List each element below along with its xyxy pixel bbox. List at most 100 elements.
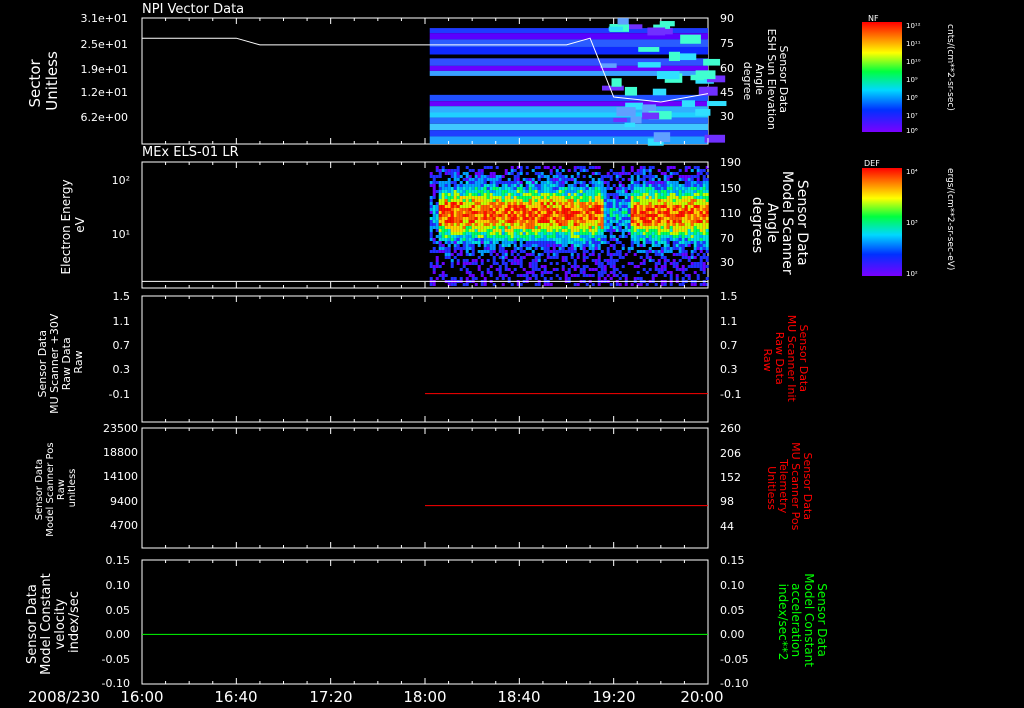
heatmap-cell: [702, 199, 706, 202]
heatmap-cell: [459, 190, 463, 193]
heatmap-cell: [636, 229, 640, 232]
heatmap-cell: [432, 205, 436, 208]
heatmap-cell: [702, 223, 706, 226]
heatmap-cell: [525, 196, 529, 199]
heatmap-cell: [690, 193, 694, 196]
heatmap-cell: [471, 259, 475, 262]
heatmap-cell: [654, 283, 658, 286]
heatmap-cell: [492, 238, 496, 241]
heatmap-cell: [492, 175, 496, 178]
heatmap-cell: [549, 241, 553, 244]
heatmap-cell: [480, 205, 484, 208]
heatmap-cell: [498, 250, 502, 253]
y-tick-label: 190: [720, 156, 741, 169]
heatmap-cell: [603, 214, 607, 217]
heatmap-cell: [432, 226, 436, 229]
heatmap-cell: [627, 184, 631, 187]
heatmap-cell: [438, 184, 442, 187]
heatmap-cell: [555, 238, 559, 241]
heatmap-cell: [663, 268, 667, 271]
heatmap-cell: [519, 196, 523, 199]
heatmap-cell: [696, 208, 700, 211]
heatmap-cell: [672, 244, 676, 247]
heatmap-cell: [600, 232, 604, 235]
heatmap-cell: [672, 166, 676, 169]
heatmap-cell: [510, 184, 514, 187]
heatmap-cell: [555, 274, 559, 277]
heatmap-cell: [441, 196, 445, 199]
heatmap-cell: [462, 202, 466, 205]
heatmap-cell: [483, 184, 487, 187]
heatmap-cell: [678, 187, 682, 190]
heatmap-cell: [543, 232, 547, 235]
heatmap-cell: [645, 232, 649, 235]
heatmap-cell: [675, 247, 679, 250]
heatmap-cell: [441, 193, 445, 196]
heatmap-cell: [684, 238, 688, 241]
heatmap-cell: [558, 232, 562, 235]
heatmap-cell: [582, 211, 586, 214]
heatmap-cell: [471, 238, 475, 241]
heatmap-cell: [573, 169, 577, 172]
heatmap-cell: [441, 208, 445, 211]
heatmap-cell: [450, 187, 454, 190]
heatmap-cell: [651, 244, 655, 247]
heatmap-cell: [435, 262, 439, 265]
heatmap-cell: [534, 172, 538, 175]
heatmap-cell: [546, 226, 550, 229]
heatmap-cell: [447, 190, 451, 193]
heatmap-cell: [540, 202, 544, 205]
heatmap-cell: [564, 196, 568, 199]
heatmap-cell: [561, 214, 565, 217]
heatmap-cell: [672, 202, 676, 205]
heatmap-cell: [699, 181, 703, 184]
heatmap-cell: [468, 253, 472, 256]
heatmap-cell: [537, 259, 541, 262]
heatmap-cell: [567, 277, 571, 280]
heatmap-cell: [432, 175, 436, 178]
heatmap-cell: [486, 244, 490, 247]
heatmap-cell: [696, 187, 700, 190]
heatmap-cell: [597, 196, 601, 199]
heatmap-cell: [465, 181, 469, 184]
heatmap-cell: [684, 223, 688, 226]
heatmap-cell: [519, 238, 523, 241]
heatmap-cell: [573, 232, 577, 235]
heatmap-cell: [465, 172, 469, 175]
heatmap-cell: [585, 226, 589, 229]
heatmap-cell: [570, 274, 574, 277]
heatmap-cell: [555, 175, 559, 178]
heatmap-cell: [477, 208, 481, 211]
heatmap-cell: [621, 199, 625, 202]
y-tick-label: -0.05: [720, 653, 748, 666]
heatmap-cell: [597, 238, 601, 241]
heatmap-cell: [597, 199, 601, 202]
heatmap-cell: [441, 211, 445, 214]
heatmap-cell: [561, 184, 565, 187]
heatmap-cell: [453, 277, 457, 280]
heatmap-cell: [441, 262, 445, 265]
heatmap-cell: [516, 247, 520, 250]
heatmap-cell: [501, 247, 505, 250]
heatmap-cell: [654, 184, 658, 187]
heatmap-cell: [582, 202, 586, 205]
heatmap-cell: [531, 265, 535, 268]
heatmap-cell: [534, 208, 538, 211]
heatmap-cell: [528, 229, 532, 232]
heatmap-cell: [483, 196, 487, 199]
heatmap-cell: [555, 250, 559, 253]
heatmap-cell: [699, 187, 703, 190]
heatmap-cell: [492, 256, 496, 259]
heatmap-cell: [465, 217, 469, 220]
heatmap-cell: [546, 247, 550, 250]
heatmap-cell: [495, 175, 499, 178]
heatmap-cell: [642, 184, 646, 187]
heatmap-cell: [638, 47, 660, 52]
heatmap-cell: [624, 253, 628, 256]
heatmap-cell: [534, 247, 538, 250]
heatmap-cell: [666, 250, 670, 253]
heatmap-cell: [696, 274, 700, 277]
heatmap-cell: [609, 262, 613, 265]
heatmap-cell: [630, 235, 634, 238]
heatmap-cell: [675, 214, 679, 217]
